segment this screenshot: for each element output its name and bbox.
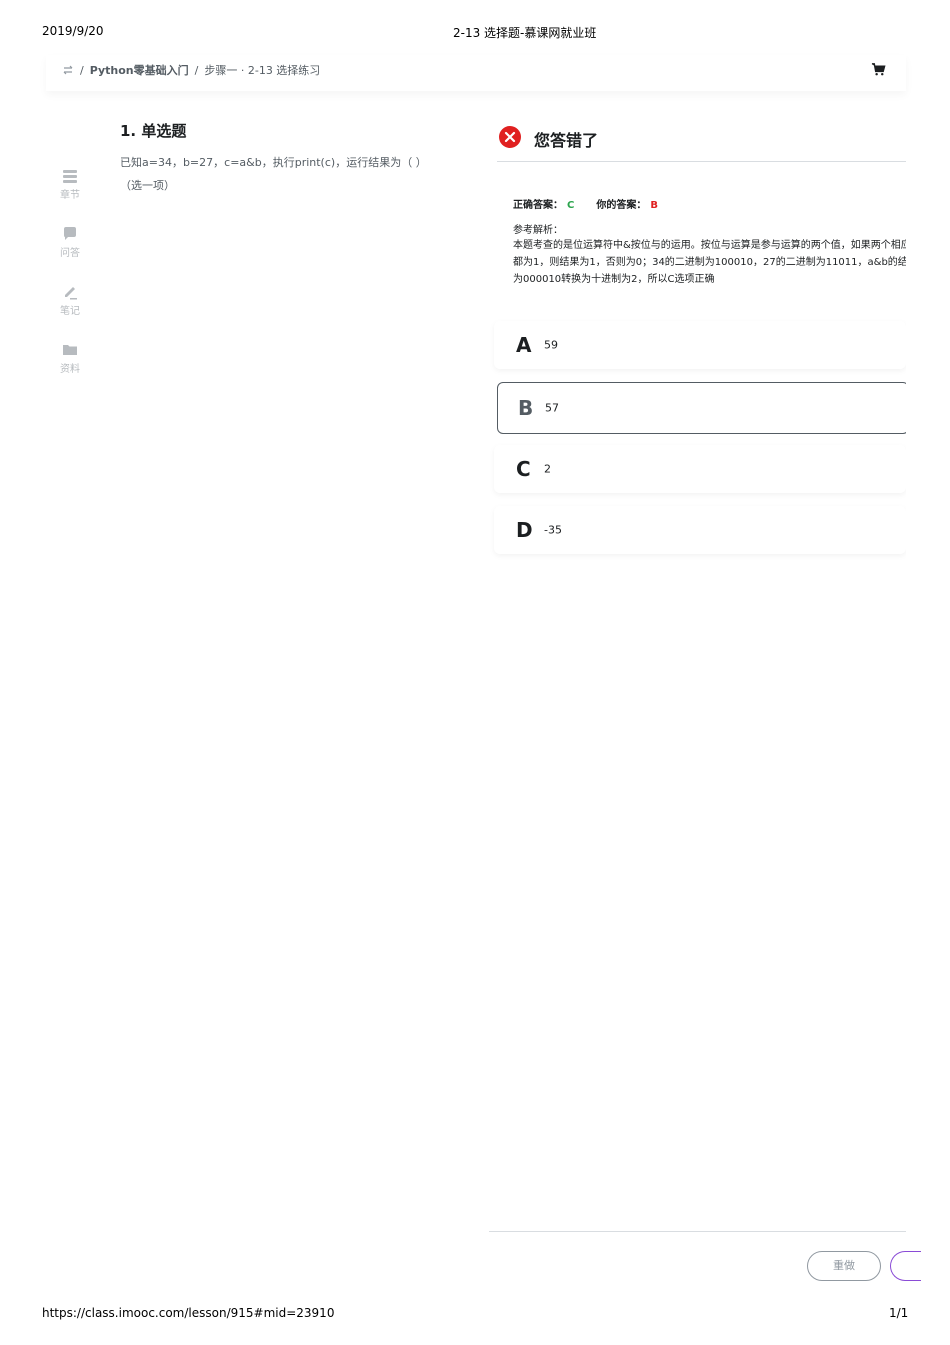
breadcrumb-course-link[interactable]: Python零基础入门 bbox=[90, 62, 189, 78]
option-c[interactable]: C 2 bbox=[494, 445, 906, 493]
divider bbox=[497, 161, 906, 162]
option-letter: D bbox=[516, 518, 533, 542]
question-text: 已知a=34，b=27，c=a&b，执行print(c)，运行结果为（ ） bbox=[120, 156, 427, 169]
your-answer-value: B bbox=[650, 200, 658, 211]
breadcrumb-sep: / bbox=[80, 63, 84, 77]
sidenav-label: 章节 bbox=[60, 190, 80, 201]
chapters-icon bbox=[63, 170, 77, 183]
option-b-selected[interactable]: B 57 bbox=[497, 382, 909, 434]
breadcrumb-sep: / bbox=[194, 63, 199, 77]
option-d[interactable]: D -35 bbox=[494, 506, 906, 554]
folder-icon bbox=[63, 345, 77, 355]
option-letter: C bbox=[516, 457, 531, 481]
option-value: -35 bbox=[544, 523, 562, 537]
sidenav-label: 笔记 bbox=[60, 306, 80, 317]
print-url: https://class.imooc.com/lesson/915#mid=2… bbox=[42, 1306, 335, 1320]
analysis-text: 本题考查的是位运算符中&按位与的运用。按位与运算是参与运算的两个值，如果两个相应… bbox=[513, 237, 906, 291]
cart-icon[interactable] bbox=[871, 62, 886, 77]
sidenav-item-notes[interactable]: 笔记 bbox=[52, 284, 88, 317]
divider bbox=[489, 1231, 906, 1232]
sidenav-item-chapters[interactable]: 章节 bbox=[52, 168, 88, 201]
next-button[interactable] bbox=[890, 1251, 921, 1281]
analysis-label: 参考解析： bbox=[513, 225, 563, 236]
correct-answer-label: 正确答案： bbox=[513, 200, 563, 211]
switch-icon[interactable] bbox=[62, 64, 74, 76]
sidenav-item-materials[interactable]: 资料 bbox=[52, 342, 88, 375]
sidenav-label: 问答 bbox=[60, 248, 80, 259]
print-page-number: 1/1 bbox=[889, 1306, 909, 1320]
sidenav-item-qa[interactable]: 问答 bbox=[52, 226, 88, 259]
page-clip bbox=[906, 120, 950, 1300]
analysis-line: 都为1，则结果为1，否则为0；34的二进制为100010，27的二进制为1101… bbox=[513, 257, 906, 268]
print-date: 2019/9/20 bbox=[42, 24, 104, 38]
question-title: 1. 单选题 bbox=[120, 122, 187, 140]
breadcrumb: / Python零基础入门 / 步骤一 · 2-13 选择练习 bbox=[62, 62, 320, 78]
result-title: 您答错了 bbox=[534, 131, 599, 150]
analysis-line: 本题考查的是位运算符中&按位与的运用。按位与运算是参与运算的两个值，如果两个相应… bbox=[513, 240, 906, 251]
wrong-answer-icon bbox=[499, 126, 521, 148]
print-page-title: 2-13 选择题-慕课网就业班 bbox=[453, 26, 597, 40]
answer-summary: 正确答案： C 你的答案： B bbox=[513, 196, 658, 211]
sidenav-label: 资料 bbox=[60, 364, 80, 375]
question-hint: （选一项） bbox=[120, 179, 175, 192]
note-icon bbox=[65, 287, 77, 300]
redo-button[interactable]: 重做 bbox=[807, 1251, 881, 1281]
option-a[interactable]: A 59 bbox=[494, 321, 906, 369]
option-value: 59 bbox=[544, 338, 558, 352]
option-value: 57 bbox=[545, 401, 559, 415]
breadcrumb-step: 步骤一 · 2-13 选择练习 bbox=[204, 64, 321, 77]
option-value: 2 bbox=[544, 462, 551, 476]
analysis-line: 为000010转换为十进制为2，所以C选项正确 bbox=[513, 274, 715, 285]
correct-answer-value: C bbox=[567, 200, 575, 211]
your-answer-label: 你的答案： bbox=[596, 200, 647, 211]
option-letter: A bbox=[516, 333, 532, 357]
option-letter: B bbox=[518, 396, 534, 420]
qa-icon bbox=[64, 227, 76, 240]
